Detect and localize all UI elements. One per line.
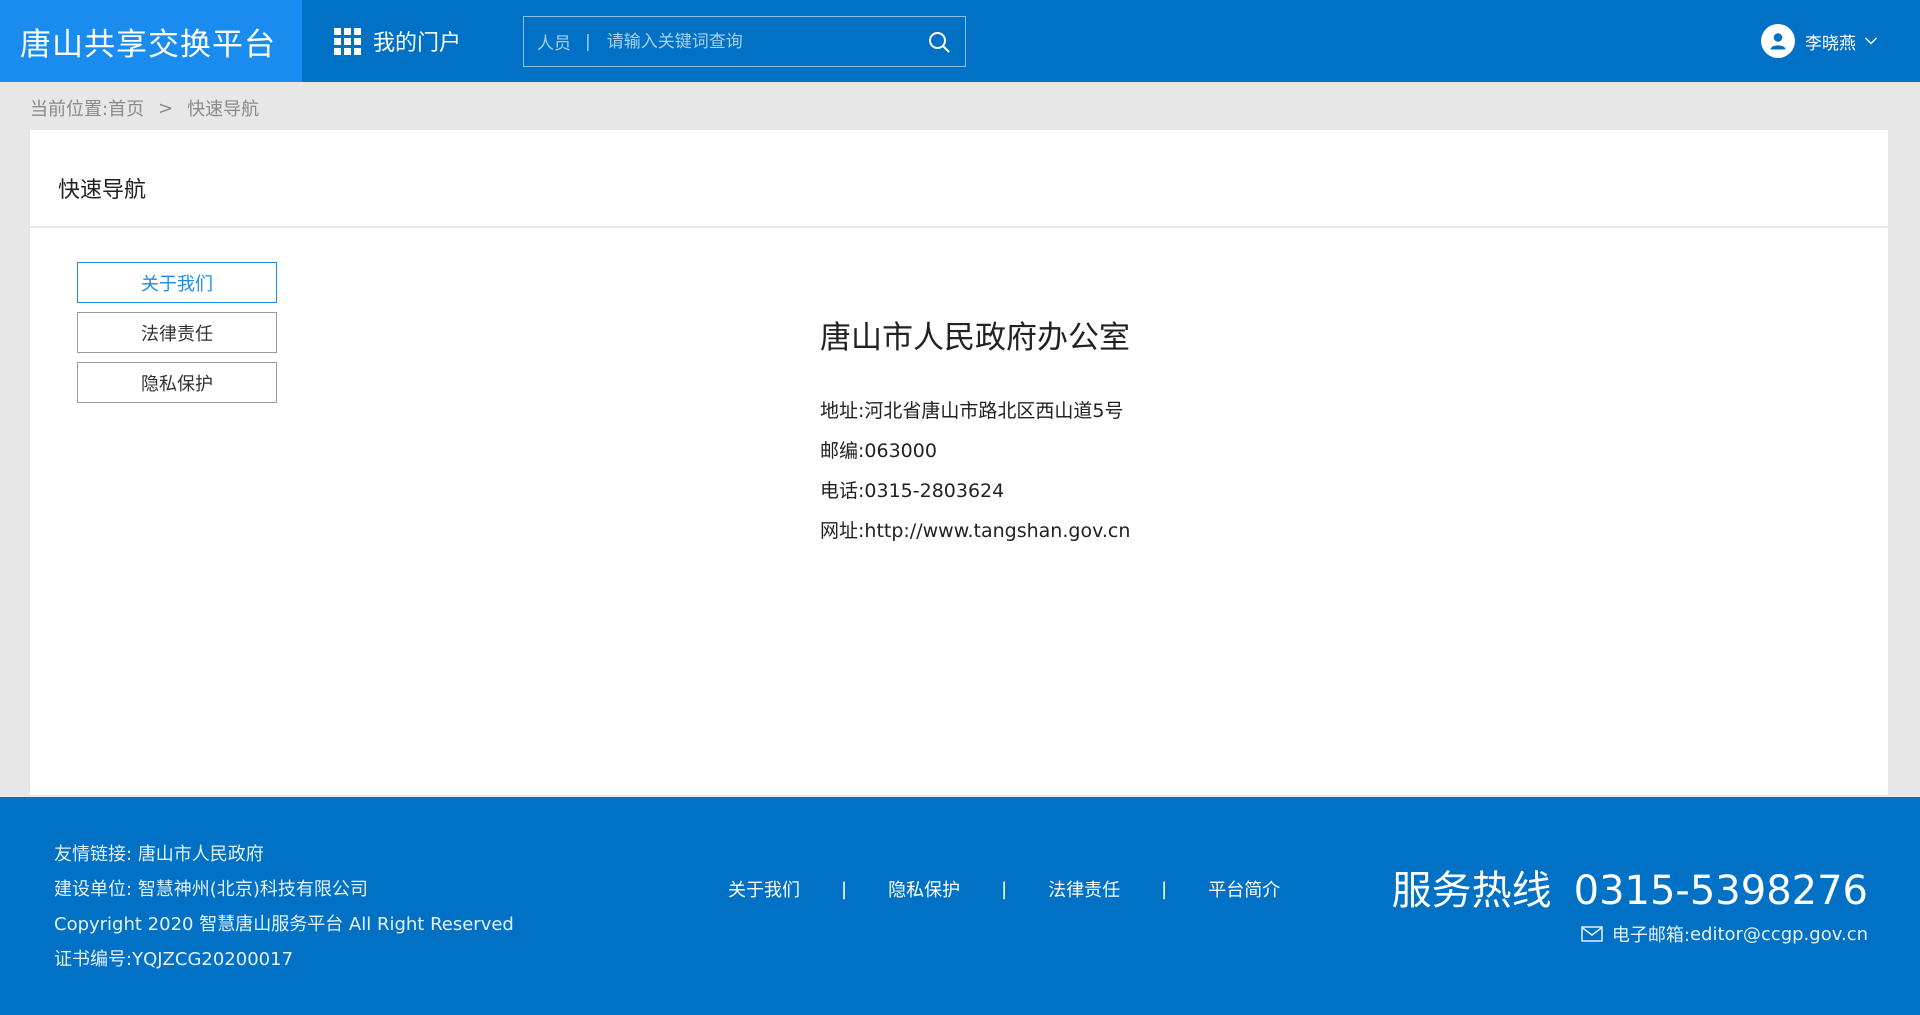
cert-number: YQJZCG20200017: [132, 949, 294, 970]
breadcrumb-home[interactable]: 首页: [108, 95, 144, 121]
user-name: 李晓燕: [1805, 33, 1856, 54]
footer: 友情链接: 唐山市人民政府 建设单位: 智慧神州(北京)科技有限公司 Copyr…: [0, 797, 1920, 1015]
search-icon: [929, 31, 950, 52]
footer-nav: 关于我们 | 隐私保护 | 法律责任 | 平台简介: [728, 876, 1280, 902]
user-menu[interactable]: 李晓燕: [1761, 0, 1878, 82]
postcode-value: 063000: [864, 440, 937, 462]
postcode-label: 邮编:: [820, 440, 865, 462]
address-row: 地址:河北省唐山市路北区西山道5号: [820, 391, 1420, 431]
footer-link-privacy[interactable]: 隐私保护: [888, 876, 960, 902]
footer-nav-separator: |: [1161, 878, 1168, 900]
friend-links-row: 友情链接: 唐山市人民政府: [54, 837, 514, 872]
phone-label: 电话:: [820, 480, 865, 502]
footer-link-about-us[interactable]: 关于我们: [728, 876, 800, 902]
top-header: 唐山共享交换平台 我的门户 人员 | 李晓燕: [0, 0, 1920, 82]
logo-text: 唐山共享交换平台: [20, 26, 276, 63]
footer-nav-separator: |: [841, 878, 848, 900]
footer-link-legal[interactable]: 法律责任: [1048, 876, 1120, 902]
main-panel: 快速导航 关于我们 法律责任 隐私保护 唐山市人民政府办公室 地址:河北省唐山市…: [30, 130, 1888, 795]
avatar: [1761, 24, 1795, 58]
side-nav: 关于我们 法律责任 隐私保护: [77, 262, 277, 412]
website-row: 网址:http://www.tangshan.gov.cn: [820, 511, 1420, 551]
page-title: 快速导航: [58, 178, 147, 203]
website-label: 网址:: [820, 520, 865, 542]
hotline-number: 0315-5398276: [1573, 868, 1868, 914]
cert-label: 证书编号:: [54, 949, 133, 970]
footer-link-platform-intro[interactable]: 平台简介: [1208, 876, 1280, 902]
footer-contact: 服务热线 0315-5398276 电子邮箱: editor@ccgp.gov.c…: [1392, 867, 1868, 947]
search-input[interactable]: [604, 17, 913, 66]
side-nav-item-privacy[interactable]: 隐私保护: [77, 362, 277, 403]
organization-name: 唐山市人民政府办公室: [820, 320, 1130, 356]
phone-row: 电话:0315-2803624: [820, 471, 1420, 511]
email-label: 电子邮箱:: [1611, 925, 1690, 946]
search-button[interactable]: [913, 17, 965, 66]
grid-icon: [334, 27, 361, 55]
breadcrumb-current: 快速导航: [187, 99, 260, 120]
footer-nav-separator: |: [1001, 878, 1008, 900]
search-separator: |: [585, 31, 591, 52]
side-nav-item-about-us[interactable]: 关于我们: [77, 262, 277, 303]
title-divider: [30, 226, 1888, 228]
breadcrumb: 当前位置: 首页 > 快速导航: [30, 92, 259, 124]
builder-row: 建设单位: 智慧神州(北京)科技有限公司: [54, 872, 514, 907]
email-row: 电子邮箱: editor@ccgp.gov.cn: [1392, 921, 1868, 947]
address-label: 地址:: [820, 400, 865, 422]
postcode-row: 邮编:063000: [820, 431, 1420, 471]
chevron-down-icon: [1865, 37, 1877, 45]
mail-icon: [1581, 926, 1603, 942]
user-icon: [1770, 33, 1786, 50]
search-box: 人员 |: [523, 16, 966, 67]
copyright: Copyright 2020 智慧唐山服务平台 All Right Reserv…: [54, 914, 514, 935]
logo[interactable]: 唐山共享交换平台: [0, 0, 302, 82]
builder-label: 建设单位:: [54, 879, 133, 900]
email-address[interactable]: editor@ccgp.gov.cn: [1690, 924, 1868, 945]
footer-info: 友情链接: 唐山市人民政府 建设单位: 智慧神州(北京)科技有限公司 Copyr…: [54, 837, 514, 977]
address-value: 河北省唐山市路北区西山道5号: [864, 400, 1124, 422]
hotline-label: 服务热线: [1391, 868, 1552, 914]
my-portal-label: 我的门户: [373, 31, 462, 56]
organization-info: 唐山市人民政府办公室 地址:河北省唐山市路北区西山道5号 邮编:063000 电…: [820, 312, 1420, 551]
breadcrumb-separator: >: [158, 97, 174, 119]
friend-link[interactable]: 唐山市人民政府: [138, 844, 264, 865]
builder-name: 智慧神州(北京)科技有限公司: [137, 879, 368, 900]
my-portal-menu[interactable]: 我的门户: [334, 0, 461, 82]
service-hotline: 服务热线 0315-5398276: [1392, 867, 1868, 915]
side-nav-item-legal[interactable]: 法律责任: [77, 312, 277, 353]
phone-value: 0315-2803624: [864, 480, 1005, 502]
search-category[interactable]: 人员: [524, 29, 571, 54]
website-link[interactable]: http://www.tangshan.gov.cn: [864, 520, 1130, 542]
friend-links-label: 友情链接:: [54, 844, 133, 865]
cert-row: 证书编号:YQJZCG20200017: [54, 942, 514, 977]
breadcrumb-prefix: 当前位置:: [30, 99, 109, 120]
